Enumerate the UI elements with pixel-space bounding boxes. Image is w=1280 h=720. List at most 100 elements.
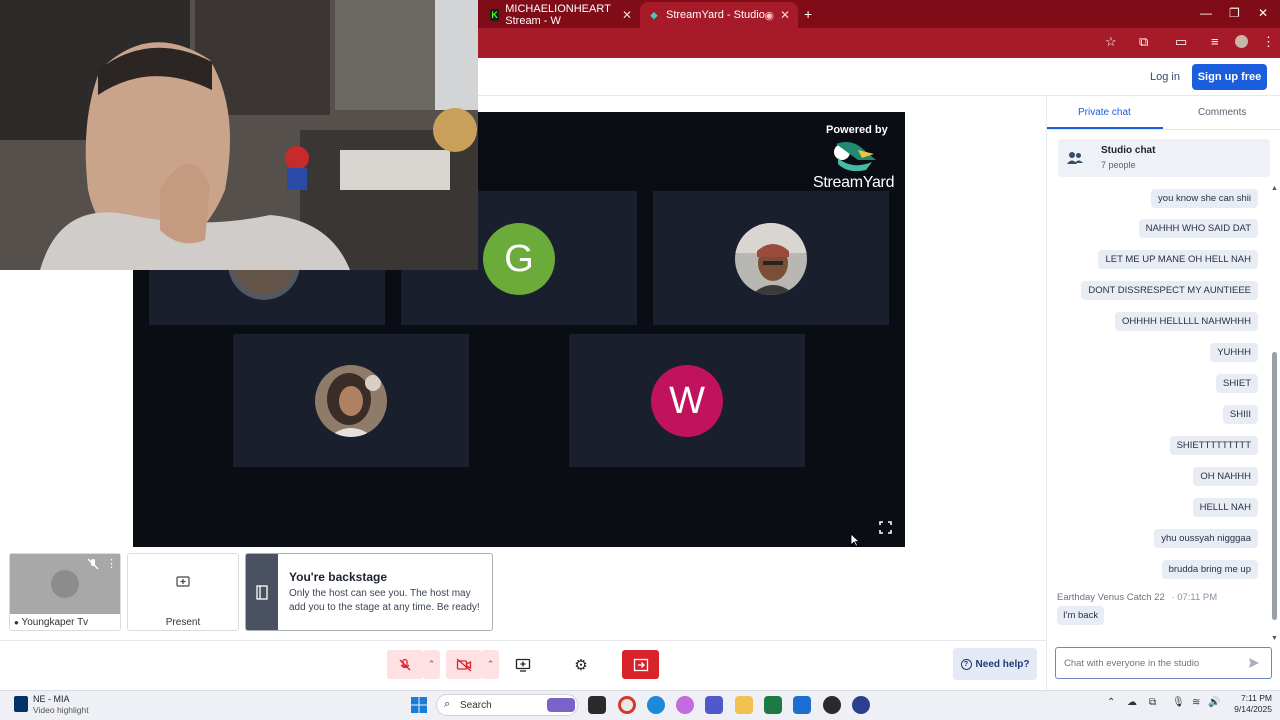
browser-menu-icon[interactable]: ⋮ xyxy=(1262,34,1275,50)
self-name-label: ● Youngkaper Tv xyxy=(14,617,88,628)
active-tab-indicator xyxy=(1047,127,1163,129)
taskbar-search[interactable]: ⌕ Search xyxy=(436,694,578,716)
window-close-icon[interactable]: ✕ xyxy=(1258,6,1268,20)
share-screen-button[interactable] xyxy=(505,650,541,679)
help-icon: ? xyxy=(960,658,972,670)
close-icon[interactable]: ✕ xyxy=(622,8,632,22)
chrome-icon[interactable] xyxy=(618,696,636,714)
app-tray-icon[interactable]: ⧉ xyxy=(1149,697,1156,708)
camera-options-button[interactable]: ⌃ xyxy=(482,650,499,679)
media-controls-icon[interactable]: ≡ xyxy=(1211,34,1219,49)
cloud-icon[interactable]: ☁ xyxy=(1127,697,1137,708)
chat-time-value: 07:11 PM xyxy=(1177,592,1218,603)
wifi-icon[interactable]: ≋ xyxy=(1192,697,1200,708)
chat-message: you know she can shii xyxy=(1151,189,1258,208)
tab-private-chat[interactable]: Private chat xyxy=(1078,107,1131,118)
login-link[interactable]: Log in xyxy=(1150,71,1180,83)
chat-message: LET ME UP MANE OH HELL NAH xyxy=(1098,250,1258,269)
chat-message: brudda bring me up xyxy=(1161,560,1258,579)
widget-title[interactable]: NE - MIA xyxy=(33,694,70,704)
kick-icon: K xyxy=(490,9,500,21)
browser-tab-michaelionheart[interactable]: K MICHAELIONHEART Stream - W ✕ xyxy=(482,2,640,28)
signup-button[interactable]: Sign up free xyxy=(1192,64,1267,90)
people-icon xyxy=(1067,152,1083,164)
tabs-divider xyxy=(1047,129,1280,130)
chat-input[interactable] xyxy=(1064,654,1244,672)
taskbar-clock[interactable]: 7:11 PM 9/14/2025 xyxy=(1228,693,1272,715)
participant-avatar-g: G xyxy=(483,223,555,295)
clock-time: 7:11 PM xyxy=(1240,693,1272,703)
bookmark-star-icon[interactable]: ☆ xyxy=(1105,34,1117,50)
close-icon[interactable]: ✕ xyxy=(780,8,790,22)
windows-start-icon[interactable] xyxy=(411,697,427,713)
chat-time: · 07:11 PM xyxy=(1171,592,1218,603)
chat-input-box[interactable] xyxy=(1055,647,1272,679)
browser-tab-streamyard[interactable]: ◆ StreamYard - Studio ◉ ✕ xyxy=(640,2,798,28)
profile-avatar-icon[interactable] xyxy=(1235,35,1248,48)
microphone-icon[interactable]: 🎙 xyxy=(1172,697,1185,708)
share-screen-icon xyxy=(515,658,531,672)
chat-message: NAHHH WHO SAID DAT xyxy=(1138,219,1258,238)
self-name-text: Youngkaper Tv xyxy=(21,617,89,628)
tab-comments[interactable]: Comments xyxy=(1198,107,1246,118)
chat-message: YUHHH xyxy=(1210,343,1258,362)
person-icon: ● xyxy=(14,618,19,627)
chat-message: DONT DISSRESPECT MY AUNTIEEE xyxy=(1081,281,1258,300)
search-highlight-icon xyxy=(547,698,575,712)
excel-icon[interactable] xyxy=(764,696,782,714)
chat-message: OH NAHHH xyxy=(1193,467,1258,486)
gear-icon: ⚙ xyxy=(574,656,588,674)
teams-icon[interactable] xyxy=(705,696,723,714)
copilot-icon[interactable] xyxy=(676,696,694,714)
participant-photo-avatar xyxy=(735,223,807,295)
app-icon[interactable] xyxy=(852,696,870,714)
camera-button[interactable] xyxy=(446,650,482,679)
webcam-overlay xyxy=(0,0,478,270)
restore-icon[interactable]: ❐ xyxy=(1229,6,1240,20)
new-tab-icon[interactable]: + xyxy=(804,6,812,22)
scroll-down-icon[interactable]: ▼ xyxy=(1271,635,1278,642)
leave-studio-button[interactable] xyxy=(622,650,659,679)
mute-button[interactable] xyxy=(387,650,423,679)
exit-icon xyxy=(633,658,648,671)
chevron-up-icon: ⌃ xyxy=(427,659,436,669)
edge-icon[interactable] xyxy=(647,696,665,714)
cast-icon[interactable]: ▭ xyxy=(1175,34,1187,50)
show-hidden-icons-icon[interactable]: ⌃ xyxy=(1107,697,1115,708)
streamyard-favicon-icon: ◆ xyxy=(650,9,658,20)
scroll-up-icon[interactable]: ▲ xyxy=(1271,185,1278,192)
chat-scroll-thumb[interactable] xyxy=(1272,352,1277,620)
minimize-icon[interactable]: — xyxy=(1200,6,1212,20)
task-view-icon[interactable] xyxy=(588,696,606,714)
door-icon xyxy=(256,585,268,600)
chat-message: OHHHH HELLLLL NAHWHHH xyxy=(1115,312,1258,331)
search-icon: ⌕ xyxy=(444,698,451,710)
file-explorer-icon[interactable] xyxy=(735,696,753,714)
windows-taskbar xyxy=(0,690,1280,720)
fullscreen-icon[interactable] xyxy=(879,521,892,534)
self-video xyxy=(10,554,120,614)
present-label: Present xyxy=(165,617,201,628)
nfl-widget-icon[interactable] xyxy=(14,696,28,712)
mouse-cursor-icon xyxy=(850,533,860,547)
backstage-title: You're backstage xyxy=(289,570,388,584)
chat-message: SHIET xyxy=(1216,374,1258,393)
need-help-button[interactable]: ? Need help? xyxy=(953,648,1037,680)
store-icon[interactable] xyxy=(793,696,811,714)
settings-button[interactable]: ⚙ xyxy=(563,650,599,679)
extensions-icon[interactable]: ⧉ xyxy=(1139,34,1148,50)
mic-muted-icon xyxy=(87,558,99,570)
participant-photo-avatar xyxy=(315,365,387,437)
mic-options-button[interactable]: ⌃ xyxy=(423,650,440,679)
chat-message: SHIII xyxy=(1222,405,1258,424)
send-icon[interactable] xyxy=(1248,657,1260,669)
powered-by-label: Powered by xyxy=(826,124,888,136)
clock-date: 9/14/2025 xyxy=(1234,704,1272,714)
chat-message: I'm back xyxy=(1057,606,1105,625)
obs-icon[interactable] xyxy=(823,696,841,714)
studio-people-count: 7 people xyxy=(1101,160,1136,170)
tab-label: MICHAELIONHEART Stream - W xyxy=(505,3,611,27)
self-tile-menu-icon[interactable]: ⋮ xyxy=(106,557,117,570)
tab-label: StreamYard - Studio xyxy=(666,9,765,21)
volume-icon[interactable]: 🔊 xyxy=(1208,697,1220,708)
